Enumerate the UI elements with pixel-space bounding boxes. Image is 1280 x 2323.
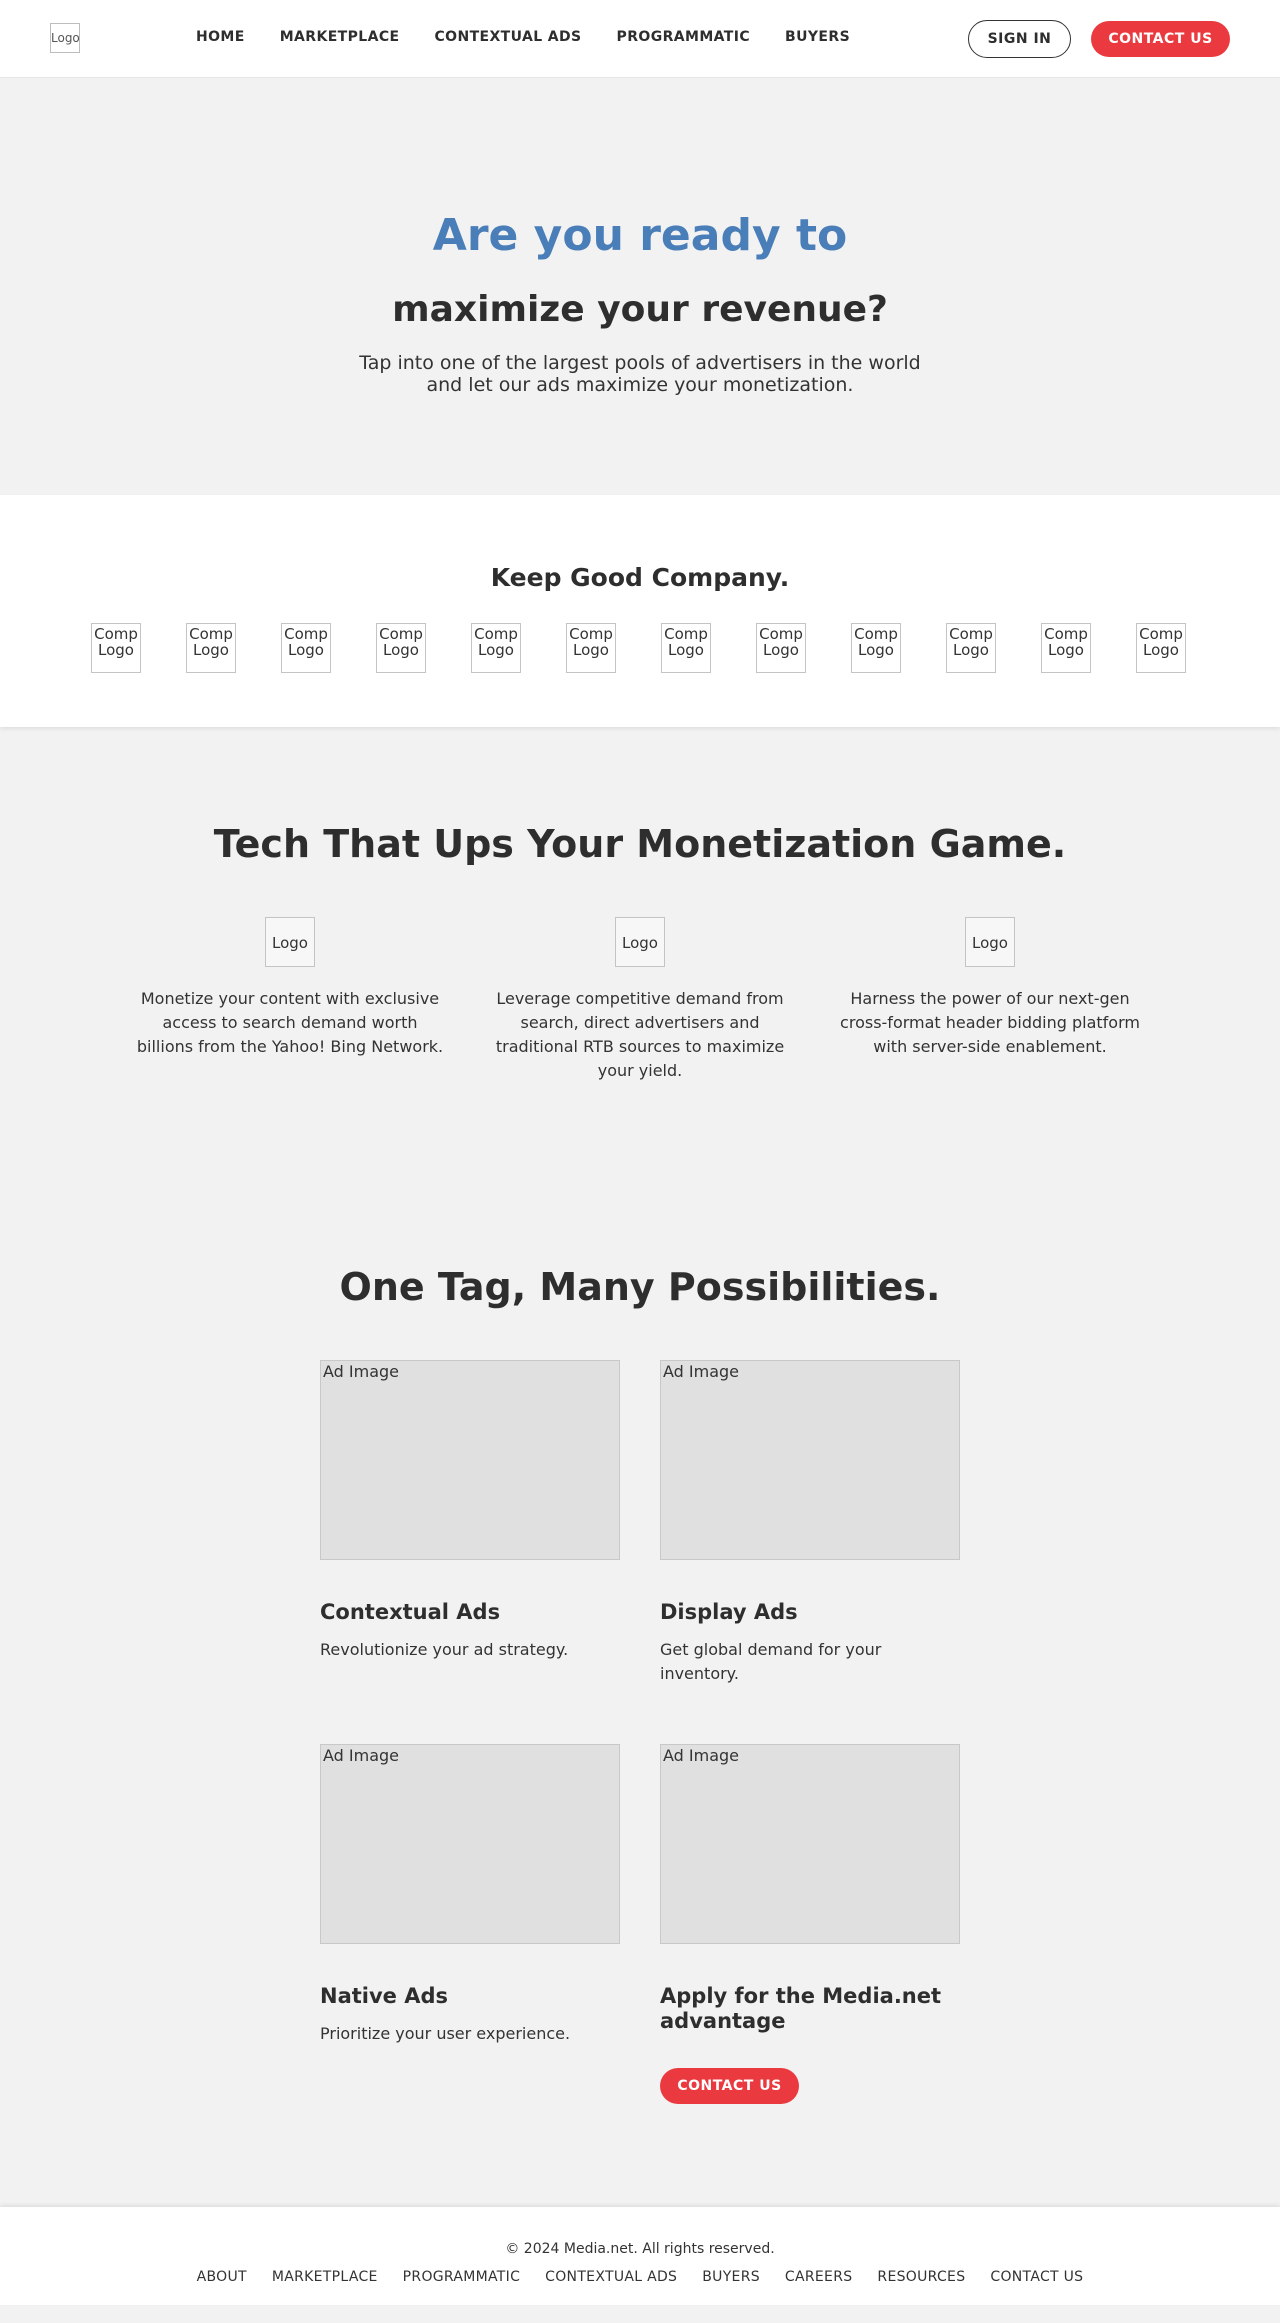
tech-logo-icon: Logo: [265, 917, 315, 967]
ad-card-text: Revolutionize your ad strategy.: [320, 1640, 569, 1659]
hero-subtitle: Tap into one of the largest pools of adv…: [359, 352, 921, 396]
ad-image: Ad Image: [320, 1360, 620, 1560]
contact-us-button[interactable]: CONTACT US: [1091, 21, 1230, 57]
footer-link-careers[interactable]: CAREERS: [785, 2269, 853, 2285]
company-logo: Comp Logo: [851, 623, 901, 673]
company-logo: Comp Logo: [756, 623, 806, 673]
ad-image: Ad Image: [320, 1744, 620, 1944]
tech-item-text: Monetize your content with exclusive acc…: [136, 989, 444, 1056]
main-nav: HOME MARKETPLACE CONTEXTUAL ADS PROGRAMM…: [196, 29, 885, 45]
hero-title-line1: Are you ready to: [432, 210, 848, 261]
tech-item-text: Leverage competitive demand from search,…: [495, 989, 785, 1080]
footer-nav: ABOUT MARKETPLACE PROGRAMMATIC CONTEXTUA…: [0, 2269, 1280, 2285]
tech-logo-icon: Logo: [965, 917, 1015, 967]
ad-card-title: Apply for the Media.net advantage: [660, 1984, 942, 2033]
nav-home[interactable]: HOME: [196, 29, 245, 45]
ad-card-text: Prioritize your user experience.: [320, 2024, 571, 2043]
company-logo: Comp Logo: [281, 623, 331, 673]
footer-link-contact-us[interactable]: CONTACT US: [990, 2269, 1083, 2285]
company-logo: Comp Logo: [471, 623, 521, 673]
footer-link-resources[interactable]: RESOURCES: [877, 2269, 965, 2285]
company-logo: Comp Logo: [376, 623, 426, 673]
site-footer: © 2024 Media.net. All rights reserved. A…: [0, 2207, 1280, 2305]
ad-card-title: Display Ads: [660, 1600, 798, 1624]
possibilities-heading: One Tag, Many Possibilities.: [339, 1265, 941, 1309]
company-logo: Comp Logo: [186, 623, 236, 673]
ad-card-text: Get global demand for your inventory.: [660, 1640, 882, 1683]
copyright-text: © 2024 Media.net. All rights reserved.: [505, 2241, 775, 2257]
footer-link-contextual-ads[interactable]: CONTEXTUAL ADS: [545, 2269, 677, 2285]
company-logos-section: Keep Good Company. Comp Logo Comp Logo Com…: [0, 495, 1280, 727]
nav-buyers[interactable]: BUYERS: [785, 29, 850, 45]
footer-link-marketplace[interactable]: MARKETPLACE: [272, 2269, 378, 2285]
nav-programmatic[interactable]: PROGRAMMATIC: [617, 29, 751, 45]
site-logo[interactable]: Logo: [50, 23, 80, 53]
ad-image: Ad Image: [660, 1744, 960, 1944]
ad-card-title: Contextual Ads: [320, 1600, 501, 1624]
hero-title-line2: maximize your revenue?: [392, 289, 888, 330]
ad-card-title: Native Ads: [320, 1984, 449, 2008]
company-logo: Comp Logo: [91, 623, 141, 673]
nav-marketplace[interactable]: MARKETPLACE: [280, 29, 400, 45]
nav-contextual-ads[interactable]: CONTEXTUAL ADS: [434, 29, 581, 45]
footer-link-programmatic[interactable]: PROGRAMMATIC: [403, 2269, 520, 2285]
footer-link-about[interactable]: ABOUT: [197, 2269, 247, 2285]
footer-link-buyers[interactable]: BUYERS: [702, 2269, 760, 2285]
apply-contact-button[interactable]: CONTACT US: [660, 2068, 799, 2104]
company-logo: Comp Logo: [1136, 623, 1186, 673]
company-logo: Comp Logo: [946, 623, 996, 673]
company-logo: Comp Logo: [1041, 623, 1091, 673]
tech-item-text: Harness the power of our next-gen cross-…: [840, 989, 1140, 1056]
sign-in-button[interactable]: SIGN IN: [968, 20, 1071, 58]
company-heading: Keep Good Company.: [490, 563, 790, 592]
hero-section: Are you ready to maximize your revenue? …: [0, 78, 1280, 495]
company-logo: Comp Logo: [566, 623, 616, 673]
site-header: Logo HOME MARKETPLACE CONTEXTUAL ADS PRO…: [0, 0, 1280, 78]
company-logo: Comp Logo: [661, 623, 711, 673]
tech-logo-icon: Logo: [615, 917, 665, 967]
tech-heading: Tech That Ups Your Monetization Game.: [213, 822, 1067, 866]
ad-image: Ad Image: [660, 1360, 960, 1560]
